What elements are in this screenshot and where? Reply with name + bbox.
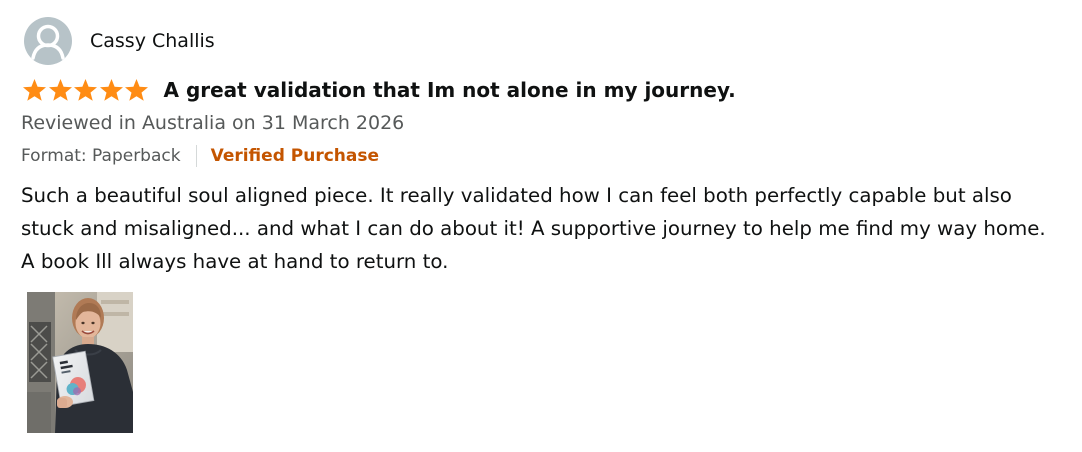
meta-divider [195,145,197,167]
star-rating[interactable] [22,77,150,103]
star-icon [73,78,98,103]
format-link[interactable]: Format: Paperback [21,144,181,168]
default-profile-avatar-icon[interactable] [24,17,72,65]
star-icon [124,78,149,103]
star-icon [22,78,47,103]
review-body: Such a beautiful soul aligned piece. It … [21,179,1066,278]
review-meta: Format: Paperback Verified Purchase [21,144,379,168]
star-icon [99,78,124,103]
review-body-line: stuck and misaligned... and what I can d… [21,217,1046,240]
verified-purchase-badge: Verified Purchase [210,146,380,166]
review-heading: A great validation that Im not alone in … [22,76,736,104]
reviewer-profile[interactable]: Cassy Challis [24,17,215,65]
review-date: Reviewed in Australia on 31 March 2026 [21,112,405,134]
review-body-line: A book Ill always have at hand to return… [21,250,449,273]
review-body-line: Such a beautiful soul aligned piece. It … [21,184,1012,207]
customer-review: Cassy Challis A great validation that Im… [0,0,1082,452]
star-icon [48,78,73,103]
reviewer-name[interactable]: Cassy Challis [90,29,215,53]
review-title[interactable]: A great validation that Im not alone in … [164,77,736,103]
customer-photo-thumbnail[interactable] [27,292,133,433]
